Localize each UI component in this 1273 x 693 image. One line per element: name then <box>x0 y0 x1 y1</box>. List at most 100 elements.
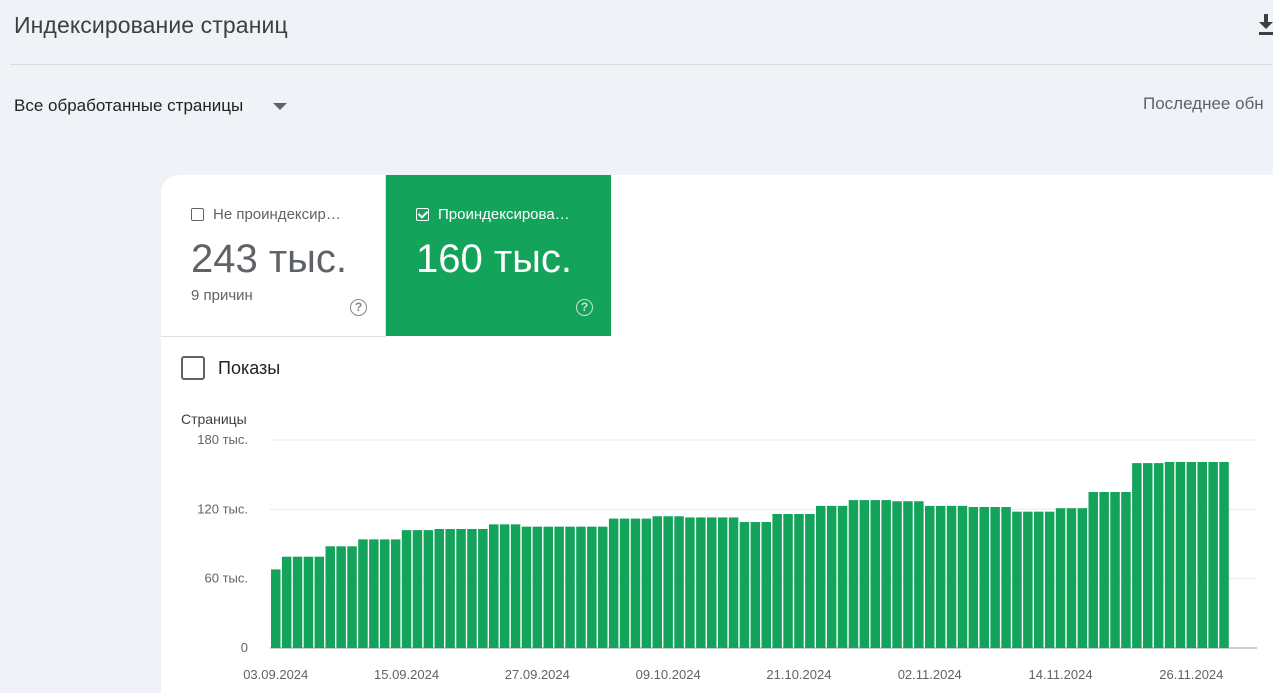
bar[interactable] <box>434 528 445 648</box>
download-icon[interactable] <box>1259 14 1273 36</box>
bar[interactable] <box>489 524 499 648</box>
bar[interactable] <box>314 556 325 648</box>
y-tick-label: 180 тыс. <box>197 432 248 447</box>
bar[interactable] <box>707 517 717 648</box>
bar[interactable] <box>848 500 859 648</box>
bar[interactable] <box>1034 511 1044 648</box>
bar[interactable] <box>870 500 881 648</box>
pages-filter-dropdown[interactable]: Все обработанные страницы <box>14 94 288 118</box>
bar[interactable] <box>347 546 357 648</box>
bar[interactable] <box>1001 507 1011 648</box>
bar[interactable] <box>1153 463 1164 648</box>
bar[interactable] <box>1023 511 1033 648</box>
x-tick-label: 21.10.2024 <box>766 667 831 682</box>
bar[interactable] <box>1186 461 1197 648</box>
bar[interactable] <box>1197 461 1208 648</box>
bar[interactable] <box>794 513 804 648</box>
bar[interactable] <box>772 513 782 648</box>
y-axis-title: Страницы <box>181 411 247 427</box>
bar[interactable] <box>608 518 619 648</box>
bar[interactable] <box>554 526 564 648</box>
bar[interactable] <box>1077 508 1088 648</box>
bar[interactable] <box>990 507 1000 648</box>
bar[interactable] <box>1208 461 1218 648</box>
bar[interactable] <box>925 505 935 648</box>
bar[interactable] <box>271 569 281 648</box>
bar[interactable] <box>358 539 368 648</box>
bar[interactable] <box>805 513 815 648</box>
bar[interactable] <box>1219 461 1229 648</box>
bar[interactable] <box>543 526 554 648</box>
bar[interactable] <box>968 507 979 648</box>
bar[interactable] <box>957 505 968 648</box>
bar[interactable] <box>576 526 586 648</box>
bar[interactable] <box>390 539 401 648</box>
chevron-down-icon <box>273 102 288 110</box>
bar[interactable] <box>685 517 695 648</box>
bar[interactable] <box>587 526 597 648</box>
bar[interactable] <box>467 528 477 648</box>
bar[interactable] <box>979 507 990 648</box>
bar[interactable] <box>1132 463 1142 648</box>
bar[interactable] <box>630 518 641 648</box>
bar[interactable] <box>456 528 466 648</box>
bar[interactable] <box>1143 463 1153 648</box>
bar[interactable] <box>510 524 521 648</box>
bar[interactable] <box>739 522 750 648</box>
x-tick-label: 09.10.2024 <box>636 667 701 682</box>
bar[interactable] <box>281 556 292 648</box>
coverage-card: Не проиндексир… 243 тыс. 9 причин ? Прои… <box>161 175 1273 693</box>
bar[interactable] <box>380 539 390 648</box>
bar[interactable] <box>478 528 488 648</box>
y-tick-label: 60 тыс. <box>205 571 248 586</box>
bar[interactable] <box>859 500 870 648</box>
bar[interactable] <box>445 528 455 648</box>
bar[interactable] <box>750 522 761 648</box>
bar[interactable] <box>1121 492 1131 648</box>
x-tick-label: 02.11.2024 <box>898 667 962 682</box>
bar[interactable] <box>892 501 902 648</box>
bar[interactable] <box>641 518 652 648</box>
bar[interactable] <box>412 530 423 648</box>
bar[interactable] <box>783 513 793 648</box>
bar[interactable] <box>837 505 848 648</box>
bar[interactable] <box>717 517 728 648</box>
bar[interactable] <box>303 556 314 648</box>
bar[interactable] <box>935 505 946 648</box>
bar[interactable] <box>663 516 673 648</box>
bar[interactable] <box>1055 508 1066 648</box>
bar[interactable] <box>292 556 303 648</box>
bar[interactable] <box>619 518 630 648</box>
bar[interactable] <box>903 501 913 648</box>
bar[interactable] <box>401 530 412 648</box>
bar[interactable] <box>336 546 346 648</box>
bar[interactable] <box>369 539 379 648</box>
bar[interactable] <box>1110 492 1120 648</box>
bar[interactable] <box>1164 461 1175 648</box>
last-update-label: Последнее обн <box>1143 94 1264 113</box>
bar[interactable] <box>826 505 837 648</box>
bar[interactable] <box>696 517 706 648</box>
bar[interactable] <box>521 526 532 648</box>
bar[interactable] <box>914 501 924 648</box>
bar[interactable] <box>1088 492 1099 648</box>
bar[interactable] <box>946 505 957 648</box>
bar[interactable] <box>674 516 684 648</box>
bar[interactable] <box>325 546 336 648</box>
bar[interactable] <box>652 516 663 648</box>
bar[interactable] <box>565 526 575 648</box>
bar[interactable] <box>816 505 826 648</box>
bar[interactable] <box>532 526 543 648</box>
bar[interactable] <box>1012 511 1022 648</box>
bar[interactable] <box>761 522 772 648</box>
header-divider <box>10 64 1273 65</box>
bar[interactable] <box>598 526 608 648</box>
bar[interactable] <box>1066 508 1077 648</box>
bar[interactable] <box>1044 511 1055 648</box>
bar[interactable] <box>1175 461 1186 648</box>
bar[interactable] <box>499 524 510 648</box>
bar[interactable] <box>728 517 739 648</box>
bar[interactable] <box>423 530 434 648</box>
bar[interactable] <box>1099 492 1109 648</box>
bar[interactable] <box>881 500 891 648</box>
